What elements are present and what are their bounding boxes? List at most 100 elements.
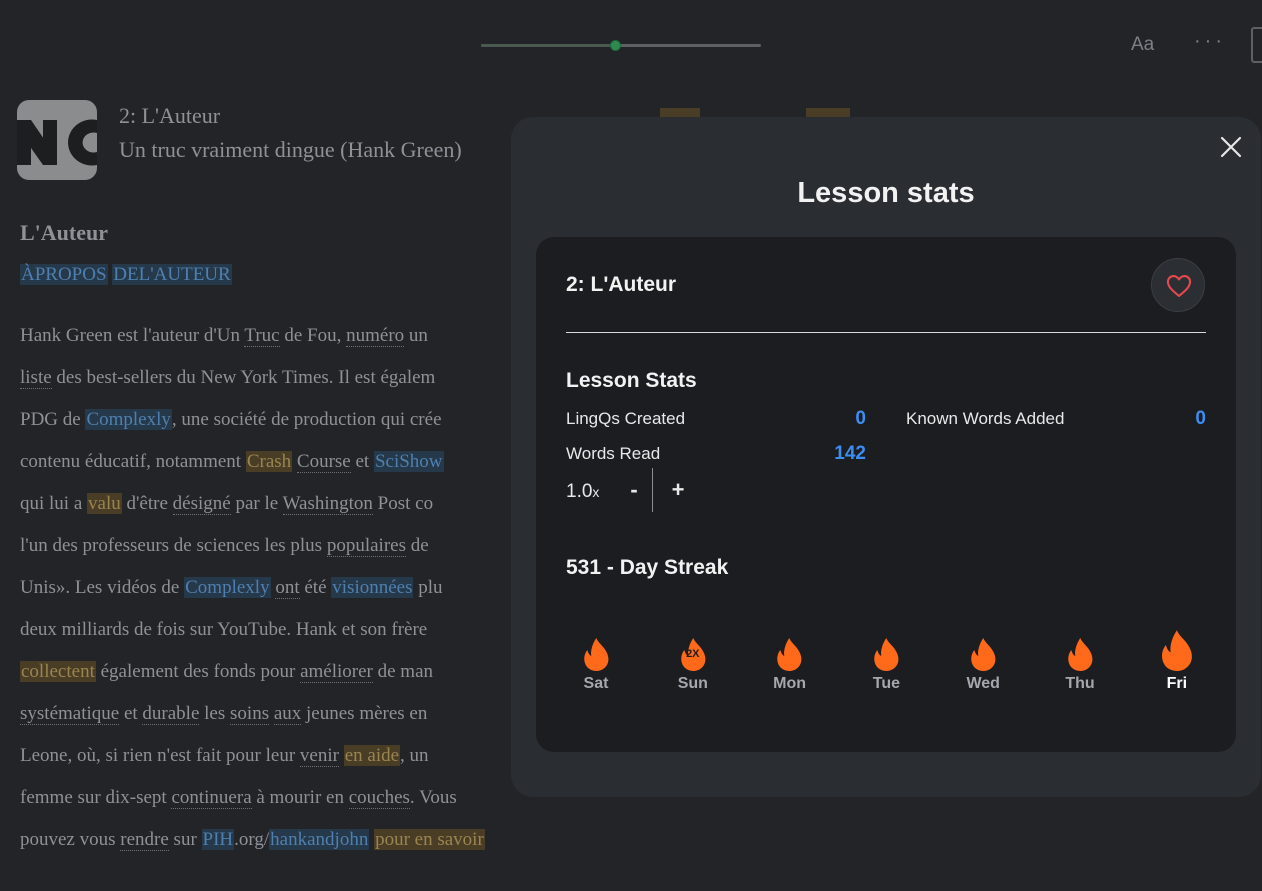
unknown-word[interactable]: continuera (171, 787, 252, 809)
unknown-word[interactable]: soins (230, 703, 270, 725)
lesson-stats-modal: Lesson stats 2: L'Auteur Lesson Stats Li… (511, 117, 1261, 797)
streak-day-thu: Thu (1045, 625, 1115, 693)
words-read-value: 142 (834, 443, 866, 464)
flame-icon (1067, 638, 1093, 671)
lingq-word[interactable]: SciShow (373, 451, 444, 472)
flame-container (755, 625, 825, 671)
modal-title: Lesson stats (797, 177, 975, 209)
lingq-word[interactable]: hankandjohn (269, 829, 370, 850)
day-streak-heading: 531 - Day Streak (566, 556, 729, 579)
words-read-label: Words Read (566, 444, 661, 463)
streak-day-wed: Wed (948, 625, 1018, 693)
day-label: Mon (773, 675, 807, 692)
more-options-button[interactable]: ··· (1194, 30, 1226, 53)
unknown-word[interactable]: couches (348, 787, 410, 809)
flame-icon (874, 638, 899, 671)
streak-multiplier: 2X (686, 648, 700, 660)
unknown-word[interactable]: durable (142, 703, 200, 725)
progress-handle[interactable] (610, 40, 622, 51)
stats-card: 2: L'Auteur Lesson Stats LingQs Created … (536, 237, 1236, 752)
unknown-word[interactable]: populaires (326, 535, 406, 557)
new-word[interactable]: en aide (343, 745, 401, 766)
flame-icon (1161, 630, 1192, 671)
article-title: L'Auteur (20, 220, 108, 245)
lingq-word[interactable]: visionnées (331, 577, 414, 598)
text-segment: Leone, où, si rien n'est fait pour leur (20, 745, 300, 766)
streak-day-mon: Mon (755, 625, 825, 693)
course-thumbnail (17, 100, 97, 180)
text-segment: , une société de production qui crée (171, 409, 442, 430)
new-word[interactable]: collectent (20, 661, 96, 682)
unknown-word[interactable]: Washington (282, 493, 373, 515)
day-label: Sat (583, 675, 609, 692)
unknown-word[interactable]: venir (299, 745, 339, 767)
text-segment: des best-sellers du New York Times. Il e… (51, 367, 436, 388)
text-segment: d'être (121, 493, 173, 514)
flame-container (561, 625, 631, 671)
unknown-word[interactable]: liste (20, 367, 52, 389)
text-segment: un (404, 325, 428, 346)
subtitle-word[interactable]: DEL'AUTEUR (112, 264, 232, 285)
text-segment (339, 745, 344, 766)
unknown-word[interactable]: ont (275, 577, 300, 599)
flame-icon (583, 638, 609, 671)
unknown-word[interactable]: rendre (120, 829, 169, 851)
text-segment: sur (168, 829, 202, 850)
lesson-title[interactable]: 2: L'Auteur (119, 103, 220, 129)
streak-day-tue: Tue (851, 625, 921, 693)
unknown-word[interactable]: désigné (172, 493, 231, 515)
close-button[interactable] (1219, 135, 1243, 159)
text-segment: l'un des professeurs de sciences les plu… (20, 535, 327, 556)
speed-separator (652, 468, 653, 512)
lingqs-created-value: 0 (855, 408, 866, 429)
text-segment: plu (413, 577, 443, 598)
unknown-word[interactable]: systématique (20, 703, 120, 725)
streak-day-sat: Sat (561, 625, 631, 693)
speed-increase-button[interactable]: + (666, 477, 690, 503)
text-segment: par le (230, 493, 283, 514)
unknown-word[interactable]: Course (296, 451, 351, 473)
unknown-word[interactable]: aux (273, 703, 302, 725)
course-title[interactable]: Un truc vraiment dingue (Hank Green) (119, 137, 462, 163)
flame-icon (971, 638, 996, 671)
text-segment: de man (372, 661, 434, 682)
new-word[interactable]: valu (87, 493, 122, 514)
day-label: Fri (1166, 675, 1188, 692)
favorite-button[interactable] (1151, 258, 1205, 312)
unknown-word[interactable]: améliorer (300, 661, 373, 683)
flame-container (1142, 625, 1212, 671)
new-word[interactable]: Crash (245, 451, 293, 472)
new-word[interactable]: pour en savoir (374, 829, 485, 850)
text-segment: femme sur dix-sept (20, 787, 172, 808)
text-segment: qui lui a (20, 493, 88, 514)
text-segment: . Vous (409, 787, 457, 808)
unknown-word[interactable]: Truc (244, 325, 280, 347)
card-lesson-title: 2: L'Auteur (566, 273, 676, 296)
lingqs-created-label: LingQs Created (566, 409, 686, 428)
text-segment: de (405, 535, 429, 556)
unknown-word[interactable]: numéro (346, 325, 405, 347)
text-segment: deux milliards de fois sur YouTube. Hank… (20, 619, 428, 640)
course-logo-icon (17, 119, 97, 166)
text-segment: PDG de (20, 409, 86, 430)
day-label: Thu (1065, 675, 1095, 692)
text-segment: et (119, 703, 143, 724)
lesson-stats-heading: Lesson Stats (566, 369, 697, 392)
text-segment: et (350, 451, 374, 472)
lesson-progress-slider[interactable] (481, 40, 761, 51)
text-segment: Hank Green est l'auteur d'Un (20, 325, 245, 346)
speed-decrease-button[interactable]: - (622, 477, 646, 503)
flame-container (851, 625, 921, 671)
text-segment: , un (400, 745, 429, 766)
font-settings-button[interactable]: Aa (1131, 34, 1154, 56)
lingq-word[interactable]: PIH (201, 829, 235, 850)
lingq-word[interactable]: Complexly (184, 577, 271, 598)
speed-unit: x (592, 484, 600, 500)
speed-value: 1.0 (566, 481, 593, 502)
lingq-word[interactable]: Complexly (85, 409, 172, 430)
article-subtitle: ÀPROPOS DEL'AUTEUR (20, 264, 232, 286)
fullscreen-button[interactable] (1251, 27, 1262, 63)
streak-day-sun: 2X Sun (658, 625, 728, 693)
day-label: Wed (966, 675, 1000, 692)
subtitle-word[interactable]: ÀPROPOS (20, 264, 108, 285)
